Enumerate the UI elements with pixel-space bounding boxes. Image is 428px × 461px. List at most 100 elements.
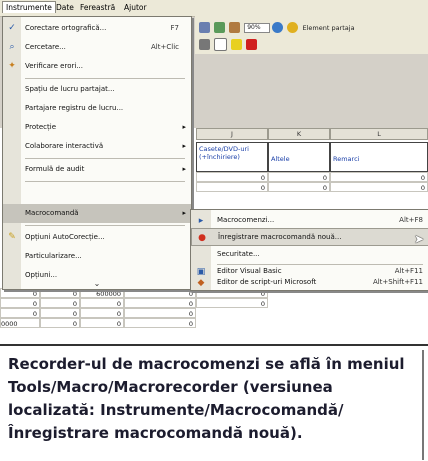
column-header-l[interactable]: L: [330, 128, 428, 140]
zoom-select[interactable]: 90%: [244, 22, 271, 33]
smiley-icon[interactable]: [287, 22, 299, 33]
column-header-j[interactable]: J: [196, 128, 268, 140]
play-icon: ▸: [198, 216, 204, 226]
table-cell[interactable]: 0: [40, 318, 80, 328]
menu-separator: [25, 225, 185, 226]
menu-item-autocorrect[interactable]: ✎ Opțiuni AutoCorecție...: [3, 228, 191, 247]
table-cell[interactable]: 0: [268, 182, 330, 192]
sort-ascending-icon[interactable]: [199, 22, 210, 33]
menu-item-label: Formulă de audit: [25, 165, 85, 173]
menu-item-error-check[interactable]: ✦ Verificare erori...: [3, 57, 191, 76]
menu-item-label: Partajare registru de lucru...: [25, 104, 124, 112]
submenu-arrow-icon: ▸: [182, 123, 186, 131]
menu-item-label: Macrocomandă: [25, 209, 79, 217]
tools-menu: ✓ Corectare ortografică... F7 ⌕ Cercetar…: [2, 16, 192, 290]
borders-icon[interactable]: [214, 38, 228, 51]
menu-item-label: Cercetare...: [25, 43, 66, 51]
toolbar-row-standard: 90% Element partaja: [199, 22, 359, 36]
submenu-arrow-icon: ▸: [182, 142, 186, 150]
script-editor-icon: ◆: [197, 278, 205, 288]
table-cell[interactable]: 0: [196, 298, 268, 308]
macro-submenu: ▸ Macrocomenzi... Alt+F8 ● Înregistrare …: [190, 209, 428, 291]
menu-separator: [217, 264, 423, 265]
menu-fereastra[interactable]: Fereastră: [80, 3, 115, 12]
drawing-icon[interactable]: [229, 22, 241, 33]
menu-item-spellcheck[interactable]: ✓ Corectare ortografică... F7: [3, 19, 191, 38]
submenu-item-security[interactable]: Securitate...: [191, 246, 428, 264]
header-cell-remarci[interactable]: Remarci: [330, 142, 428, 172]
menu-date[interactable]: Date: [56, 3, 74, 12]
table-cell[interactable]: 0: [40, 308, 80, 318]
submenu-item-shortcut: Alt+Shift+F11: [372, 278, 423, 286]
menu-item-label: Colaborare interactivă: [25, 142, 104, 150]
menu-item-shortcut: Alt+Clic: [151, 43, 179, 51]
toolbar: 90% Element partaja: [195, 16, 428, 54]
table-cell[interactable]: 0: [268, 172, 330, 182]
submenu-item-label: Editor Visual Basic: [217, 267, 282, 275]
submenu-arrow-icon: ▸: [182, 165, 186, 173]
menu-item-shortcut: F7: [170, 24, 179, 32]
header-cell-casete[interactable]: Casete/DVD-uri (+închiriere): [196, 142, 268, 172]
table-cell[interactable]: 0: [196, 182, 268, 192]
research-icon: ⌕: [9, 42, 15, 52]
submenu-item-shortcut: Alt+F8: [399, 216, 423, 224]
submenu-item-label: Editor de script-uri Microsoft: [217, 278, 317, 286]
menu-item-research[interactable]: ⌕ Cercetare... Alt+Clic: [3, 38, 191, 57]
shared-workspace-label[interactable]: Element partaja: [302, 24, 354, 32]
help-icon[interactable]: [272, 22, 284, 33]
menu-item-label: Protecție: [25, 123, 57, 131]
table-cell[interactable]: 0: [124, 298, 196, 308]
spellcheck-icon: ✓: [8, 23, 16, 33]
menu-item-protection[interactable]: Protecție ▸: [3, 118, 191, 137]
table-cell[interactable]: 0: [196, 172, 268, 182]
table-cell[interactable]: 0: [0, 308, 40, 318]
menu-item-formula-audit[interactable]: Formulă de audit ▸: [3, 160, 191, 179]
table-cell[interactable]: 0: [124, 308, 196, 318]
autocorrect-icon: ✎: [8, 232, 16, 242]
submenu-item-label: Înregistrare macrocomandă nouă...: [218, 233, 342, 241]
header-cell-altele[interactable]: Altele: [268, 142, 330, 172]
menu-item-label: Verificare erori...: [25, 62, 83, 70]
menu-item-label: Spațiu de lucru partajat...: [25, 85, 115, 93]
caption-divider: [0, 344, 428, 346]
table-cell[interactable]: 0: [40, 298, 80, 308]
menu-item-label: Corectare ortografică...: [25, 24, 107, 32]
menu-separator: [25, 78, 185, 79]
menu-item-collaboration[interactable]: Colaborare interactivă ▸: [3, 137, 191, 156]
table-cell[interactable]: 0: [80, 298, 124, 308]
menu-separator: [25, 158, 185, 159]
submenu-item-shortcut: Alt+F11: [394, 267, 423, 275]
fill-color-icon[interactable]: [231, 39, 243, 50]
record-icon: ●: [198, 233, 206, 243]
menu-ajutor[interactable]: Ajutor: [124, 3, 147, 12]
submenu-item-label: Macrocomenzi...: [217, 216, 275, 224]
menu-item-share-workbook[interactable]: Partajare registru de lucru...: [3, 99, 191, 118]
caption-side-rule: [422, 350, 424, 460]
mouse-cursor-icon: ➤: [414, 232, 425, 246]
chart-wizard-icon[interactable]: [214, 22, 226, 33]
table-cell[interactable]: 0: [0, 298, 40, 308]
font-color-icon[interactable]: [246, 39, 258, 50]
table-cell[interactable]: 0: [330, 182, 428, 192]
table-cell[interactable]: 0: [124, 318, 196, 328]
figure-caption: Recorder-ul de macrocomenzi se află în m…: [8, 355, 405, 442]
menu-item-macro[interactable]: Macrocomandă ▸: [3, 204, 191, 223]
indent-icon[interactable]: [199, 39, 210, 50]
submenu-arrow-icon: ▸: [182, 209, 186, 217]
menu-item-customize[interactable]: Particularizare...: [3, 247, 191, 266]
menu-item-label: Opțiuni AutoCorecție...: [25, 233, 105, 241]
menu-item-shared-workspace[interactable]: Spațiu de lucru partajat...: [3, 80, 191, 99]
submenu-item-script-editor[interactable]: ◆ Editor de script-uri Microsoft Alt+Shi…: [191, 277, 428, 289]
table-cell[interactable]: 0: [330, 172, 428, 182]
menu-bar: Instrumente Date Fereastră Ajutor: [0, 0, 428, 17]
menu-item-label: Opțiuni...: [25, 271, 58, 279]
screenshot-region: Instrumente Date Fereastră Ajutor 90% El…: [0, 0, 428, 344]
toolbar-row-formatting: [199, 38, 259, 52]
expand-chevron-icon[interactable]: ⌄: [3, 279, 191, 288]
table-cell[interactable]: 0: [80, 308, 124, 318]
menu-instrumente[interactable]: Instrumente: [2, 1, 56, 13]
table-cell[interactable]: 0000: [0, 318, 40, 328]
submenu-item-record-macro[interactable]: ● Înregistrare macrocomandă nouă...: [191, 228, 428, 246]
table-cell[interactable]: 0: [80, 318, 124, 328]
column-header-k[interactable]: K: [268, 128, 330, 140]
